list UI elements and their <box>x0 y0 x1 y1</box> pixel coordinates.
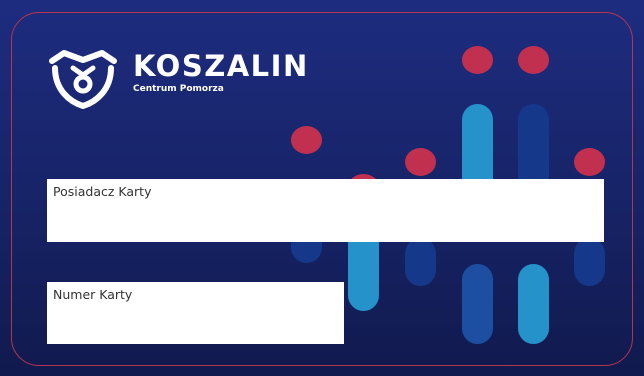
decor-bar <box>462 264 493 344</box>
decor-dot <box>291 126 322 154</box>
card-holder-label: Posiadacz Karty <box>53 184 152 199</box>
decor-bar <box>574 238 605 286</box>
decor-dot <box>574 148 605 176</box>
decor-dot <box>462 46 493 74</box>
decor-dot <box>405 148 436 176</box>
brand-name: KOSZALIN <box>133 49 309 83</box>
card-number-label: Numer Karty <box>53 287 133 302</box>
city-card: KOSZALIN Centrum Pomorza Posiadacz Karty… <box>0 0 644 376</box>
brand-tagline: Centrum Pomorza <box>133 84 224 94</box>
decor-dot <box>518 46 549 74</box>
card-number-field[interactable]: Numer Karty <box>47 282 344 344</box>
decor-bar <box>405 238 436 286</box>
koszalin-crest-icon <box>49 50 117 109</box>
decor-bar <box>518 264 549 344</box>
card-holder-field[interactable]: Posiadacz Karty <box>47 179 604 242</box>
